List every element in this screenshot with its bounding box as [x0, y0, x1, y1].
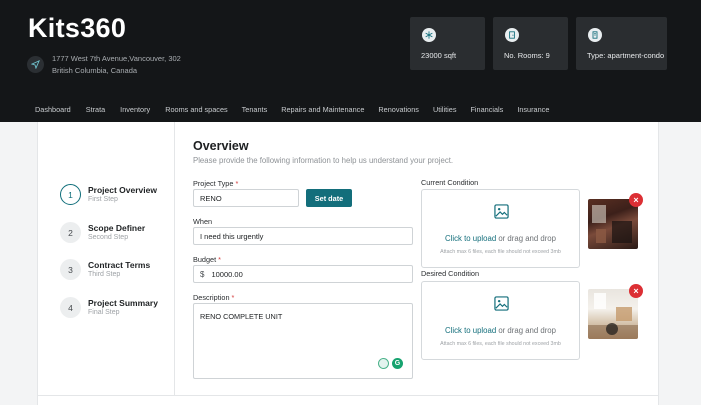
stat-rooms-card: No. Rooms: 9 — [493, 17, 568, 70]
when-value: I need this urgently — [200, 231, 264, 241]
project-type-field[interactable]: RENO — [193, 189, 299, 207]
property-header: Kits360 1777 West 7th Avenue,Vancouver, … — [0, 0, 701, 122]
remove-desired-image-button[interactable]: × — [629, 284, 643, 298]
nav-tenants[interactable]: Tenants — [242, 105, 268, 114]
nav-strata[interactable]: Strata — [86, 105, 105, 114]
currency-symbol: $ — [200, 269, 205, 279]
step-title: Project Overview — [88, 185, 157, 195]
nav-rooms-and-spaces[interactable]: Rooms and spaces — [165, 105, 227, 114]
current-condition-dropzone[interactable]: Click to upload or drag and drop Attach … — [421, 189, 580, 268]
nav-financials[interactable]: Financials — [470, 105, 503, 114]
footer-divider — [37, 395, 659, 396]
step-subtitle: First Step — [88, 196, 118, 203]
nav-inventory[interactable]: Inventory — [120, 105, 150, 114]
desired-condition-dropzone[interactable]: Click to upload or drag and drop Attach … — [421, 281, 580, 360]
address-line-2: British Columbia, Canada — [52, 66, 138, 75]
stat-type-card: Type: apartment-condo — [576, 17, 667, 70]
snowflake-icon — [422, 28, 436, 42]
desired-condition-thumbnail — [588, 289, 638, 339]
upload-hint: Attach max 6 files, each file should not… — [440, 341, 561, 347]
step-title: Contract Terms — [88, 260, 151, 270]
desired-condition-label: Desired Condition — [421, 269, 480, 278]
required-mark: * — [218, 255, 222, 264]
image-upload-icon — [494, 296, 509, 311]
current-condition-label: Current Condition — [421, 178, 479, 187]
current-condition-thumbnail — [588, 199, 638, 249]
step-number: 4 — [60, 297, 81, 318]
page-subtitle: Please provide the following information… — [193, 156, 454, 165]
step-number: 3 — [60, 259, 81, 280]
project-type-value: RENO — [200, 193, 222, 203]
budget-label: Budget * — [193, 255, 222, 264]
stepper-divider — [174, 122, 175, 395]
description-value: RENO COMPLETE UNIT — [200, 312, 283, 321]
when-field[interactable]: I need this urgently — [193, 227, 413, 245]
stat-type-label: Type: apartment-condo — [587, 51, 665, 60]
click-to-upload-link[interactable]: Click to upload — [445, 326, 496, 335]
step-number: 1 — [60, 184, 81, 205]
upload-text: Click to upload or drag and drop — [445, 234, 556, 243]
door-icon — [505, 28, 519, 42]
step-number: 2 — [60, 222, 81, 243]
main-nav: Dashboard Strata Inventory Rooms and spa… — [35, 105, 549, 114]
budget-field[interactable]: $ 10000.00 — [193, 265, 413, 283]
step-subtitle: Final Step — [88, 309, 120, 316]
upload-text: Click to upload or drag and drop — [445, 326, 556, 335]
description-label: Description * — [193, 293, 235, 302]
required-mark: * — [231, 293, 235, 302]
upload-hint: Attach max 6 files, each file should not… — [440, 249, 561, 255]
when-label: When — [193, 217, 213, 226]
set-date-button[interactable]: Set date — [306, 189, 352, 207]
stat-area-card: 23000 sqft — [410, 17, 485, 70]
lightbulb-icon[interactable] — [378, 358, 389, 369]
building-icon — [588, 28, 602, 42]
nav-repairs-and-maintenance[interactable]: Repairs and Maintenance — [281, 105, 364, 114]
textarea-extension-icons: G — [378, 358, 403, 369]
step-subtitle: Third Step — [88, 271, 121, 278]
image-upload-icon — [494, 204, 509, 219]
grammarly-icon[interactable]: G — [392, 358, 403, 369]
stat-rooms-label: No. Rooms: 9 — [504, 51, 550, 60]
nav-dashboard[interactable]: Dashboard — [35, 105, 71, 114]
address-line-1: 1777 West 7th Avenue,Vancouver, 302 — [52, 54, 181, 63]
step-title: Scope Definer — [88, 223, 146, 233]
project-type-label: Project Type * — [193, 179, 239, 188]
budget-value: 10000.00 — [211, 269, 243, 279]
step-title: Project Summary — [88, 298, 158, 308]
click-to-upload-link[interactable]: Click to upload — [445, 234, 496, 243]
nav-insurance[interactable]: Insurance — [517, 105, 549, 114]
nav-renovations[interactable]: Renovations — [378, 105, 419, 114]
step-subtitle: Second Step — [88, 234, 129, 241]
nav-utilities[interactable]: Utilities — [433, 105, 457, 114]
stat-area-label: 23000 sqft — [421, 51, 457, 60]
property-address: 1777 West 7th Avenue,Vancouver, 302 Brit… — [52, 53, 187, 77]
remove-current-image-button[interactable]: × — [629, 193, 643, 207]
page-title: Overview — [193, 139, 249, 153]
required-mark: * — [235, 179, 239, 188]
location-arrow-icon — [27, 56, 44, 73]
app-logo: Kits360 — [28, 13, 127, 43]
